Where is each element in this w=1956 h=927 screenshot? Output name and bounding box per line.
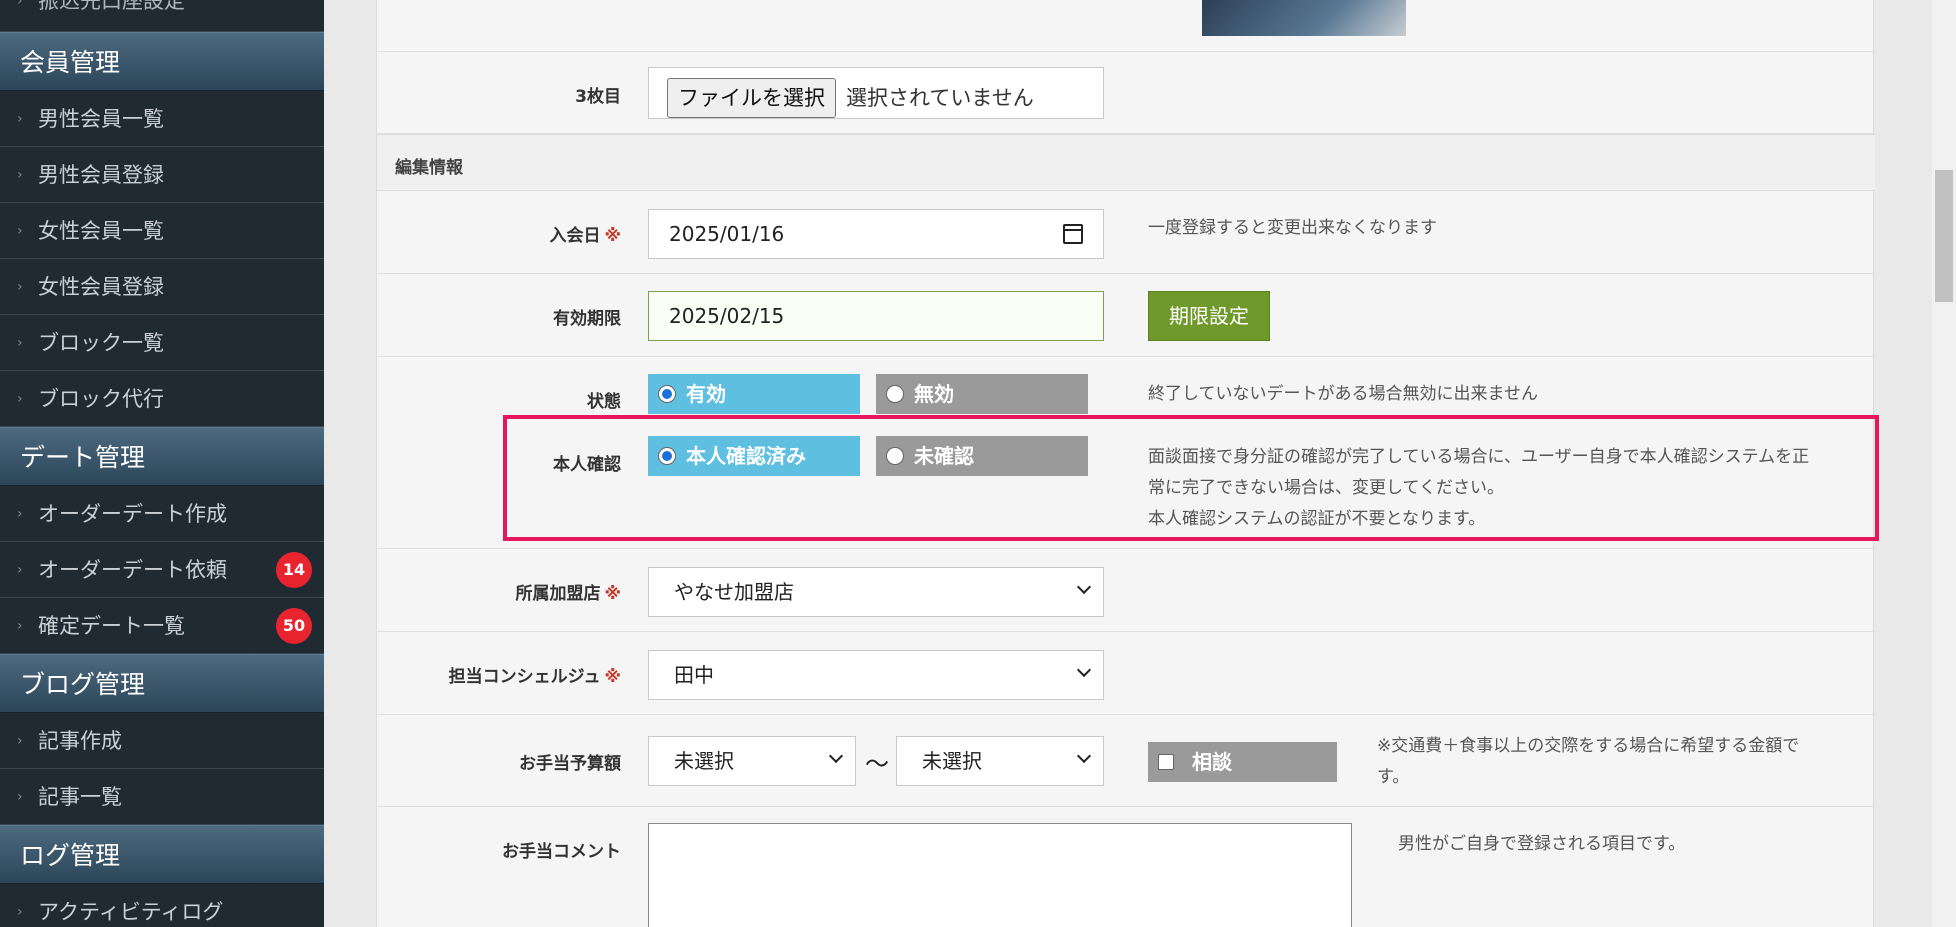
chevron-right-icon: › bbox=[17, 904, 23, 920]
budget-from-select[interactable]: 未選択 bbox=[648, 736, 856, 786]
set-expiry-button[interactable]: 期限設定 bbox=[1148, 291, 1270, 341]
budget-to-select[interactable]: 未選択 bbox=[896, 736, 1104, 786]
status-label: 状態 bbox=[587, 392, 621, 412]
join-date-row: 入会日 ※ 2025/01/16 一度登録すると変更出来なくなります bbox=[377, 191, 1875, 274]
count-badge: 50 bbox=[276, 608, 312, 644]
status-inactive-radio[interactable]: 無効 bbox=[876, 374, 1088, 414]
chevron-down-icon bbox=[828, 748, 844, 764]
sidebar-section-date: デート管理 bbox=[0, 427, 324, 486]
concierge-row: 担当コンシェルジュ ※ 田中 bbox=[377, 632, 1875, 715]
expiry-input[interactable]: 2025/02/15 bbox=[648, 291, 1104, 341]
store-row: 所属加盟店 ※ やなせ加盟店 bbox=[377, 549, 1875, 632]
sidebar-item-label: オーダーデート作成 bbox=[38, 502, 227, 526]
expiry-label: 有効期限 bbox=[553, 309, 621, 329]
sidebar-item-female-list[interactable]: › 女性会員一覧 bbox=[0, 203, 324, 259]
sidebar-item-label: アクティビティログ bbox=[38, 900, 224, 924]
status-note: 終了していないデートがある場合無効に出来ません bbox=[1148, 384, 1538, 404]
photo3-label: 3枚目 bbox=[575, 87, 621, 107]
photo3-row: 3枚目 ファイルを選択 選択されていません bbox=[377, 52, 1875, 134]
sidebar-item-label: 男性会員登録 bbox=[38, 163, 164, 187]
comment-note: 男性がご自身で登録される項目です。 bbox=[1398, 834, 1686, 854]
sidebar-item-label: 確定デート一覧 bbox=[38, 614, 185, 638]
chevron-right-icon: › bbox=[17, 562, 23, 578]
sidebar-item-label: 女性会員一覧 bbox=[38, 219, 164, 243]
section-title: 編集情報 bbox=[395, 158, 463, 178]
sidebar-item-label: 記事作成 bbox=[38, 729, 122, 753]
concierge-label: 担当コンシェルジュ ※ bbox=[448, 667, 621, 687]
join-date-input[interactable]: 2025/01/16 bbox=[648, 209, 1104, 259]
chevron-right-icon: › bbox=[17, 111, 23, 127]
chevron-down-icon bbox=[1076, 579, 1092, 595]
photo-thumbnail bbox=[1202, 0, 1406, 36]
section-header: 編集情報 bbox=[377, 134, 1875, 191]
chevron-right-icon: › bbox=[17, 506, 23, 522]
chevron-right-icon: › bbox=[17, 167, 23, 183]
sidebar-item-label: 男性会員一覧 bbox=[38, 107, 164, 131]
sidebar-item-female-register[interactable]: › 女性会員登録 bbox=[0, 259, 324, 315]
sidebar-item-block-list[interactable]: › ブロック一覧 bbox=[0, 315, 324, 371]
sidebar-item-bank-account[interactable]: › 振込先口座設定 bbox=[0, 0, 324, 32]
calendar-icon[interactable] bbox=[1063, 224, 1083, 244]
status-row: 状態 有効 無効 終了していないデートがある場合無効に出来ません bbox=[377, 357, 1875, 414]
sidebar-item-label: 記事一覧 bbox=[38, 785, 122, 809]
budget-row: お手当予算額 未選択 〜 未選択 相談 ※交通費＋食事以上の交際をする場合に希望… bbox=[377, 715, 1875, 807]
chevron-right-icon: › bbox=[17, 279, 23, 295]
comment-label: お手当コメント bbox=[502, 842, 621, 862]
store-select[interactable]: やなせ加盟店 bbox=[648, 567, 1104, 617]
scrollbar-thumb[interactable] bbox=[1935, 170, 1953, 302]
radio-dot bbox=[886, 385, 904, 403]
sidebar-item-label: オーダーデート依頼 bbox=[38, 558, 227, 582]
sidebar-item-male-register[interactable]: › 男性会員登録 bbox=[0, 147, 324, 203]
sidebar-item-label: ブロック代行 bbox=[38, 387, 164, 411]
comment-row: お手当コメント 男性がご自身で登録される項目です。 bbox=[377, 807, 1875, 927]
scrollbar[interactable] bbox=[1932, 0, 1956, 927]
sidebar-item-order-date-create[interactable]: › オーダーデート作成 bbox=[0, 486, 324, 542]
photo3-file-input[interactable]: ファイルを選択 選択されていません bbox=[648, 67, 1104, 119]
checkbox-box bbox=[1158, 754, 1174, 770]
sidebar-section-blog: ブログ管理 bbox=[0, 654, 324, 713]
sidebar-section-member: 会員管理 bbox=[0, 32, 324, 91]
chevron-right-icon: › bbox=[17, 0, 23, 9]
chevron-right-icon: › bbox=[17, 335, 23, 351]
sidebar-item-block-proxy[interactable]: › ブロック代行 bbox=[0, 371, 324, 427]
sidebar-item-order-date-request[interactable]: › オーダーデート依頼 14 bbox=[0, 542, 324, 598]
highlight-box bbox=[503, 415, 1879, 541]
chevron-right-icon: › bbox=[17, 223, 23, 239]
join-date-label: 入会日 ※ bbox=[549, 226, 621, 246]
consult-checkbox[interactable]: 相談 bbox=[1148, 742, 1337, 782]
expiry-row: 有効期限 2025/02/15 期限設定 bbox=[377, 274, 1875, 357]
sidebar-item-article-create[interactable]: › 記事作成 bbox=[0, 713, 324, 769]
sidebar-item-activity-log[interactable]: › アクティビティログ bbox=[0, 884, 324, 927]
sidebar: › 振込先口座設定 会員管理 › 男性会員一覧 › 男性会員登録 › 女性会員一覧 › 女… bbox=[0, 0, 324, 927]
sidebar-item-male-list[interactable]: › 男性会員一覧 bbox=[0, 91, 324, 147]
sidebar-item-label: 振込先口座設定 bbox=[38, 0, 185, 13]
concierge-select[interactable]: 田中 bbox=[648, 650, 1104, 700]
sidebar-item-label: 女性会員登録 bbox=[38, 275, 164, 299]
radio-dot bbox=[658, 385, 676, 403]
chevron-right-icon: › bbox=[17, 391, 23, 407]
sidebar-item-confirmed-date-list[interactable]: › 確定デート一覧 50 bbox=[0, 598, 324, 654]
status-active-radio[interactable]: 有効 bbox=[648, 374, 860, 414]
sidebar-section-log: ログ管理 bbox=[0, 825, 324, 884]
count-badge: 14 bbox=[276, 552, 312, 588]
join-date-note: 一度登録すると変更出来なくなります bbox=[1148, 218, 1437, 238]
budget-label: お手当予算額 bbox=[519, 754, 621, 774]
chevron-down-icon bbox=[1076, 748, 1092, 764]
chevron-down-icon bbox=[1076, 662, 1092, 678]
sidebar-item-label: ブロック一覧 bbox=[38, 331, 164, 355]
sidebar-item-article-list[interactable]: › 記事一覧 bbox=[0, 769, 324, 825]
budget-note: ※交通費＋食事以上の交際をする場合に希望する金額で す。 bbox=[1377, 736, 1800, 787]
chevron-right-icon: › bbox=[17, 733, 23, 749]
range-tilde: 〜 bbox=[865, 750, 889, 778]
choose-file-button[interactable]: ファイルを選択 bbox=[667, 78, 836, 118]
file-status: 選択されていません bbox=[846, 86, 1034, 110]
store-label: 所属加盟店 ※ bbox=[515, 584, 621, 604]
chevron-right-icon: › bbox=[17, 618, 23, 634]
chevron-right-icon: › bbox=[17, 789, 23, 805]
photo2-row bbox=[377, 0, 1875, 52]
comment-textarea[interactable] bbox=[648, 823, 1352, 927]
